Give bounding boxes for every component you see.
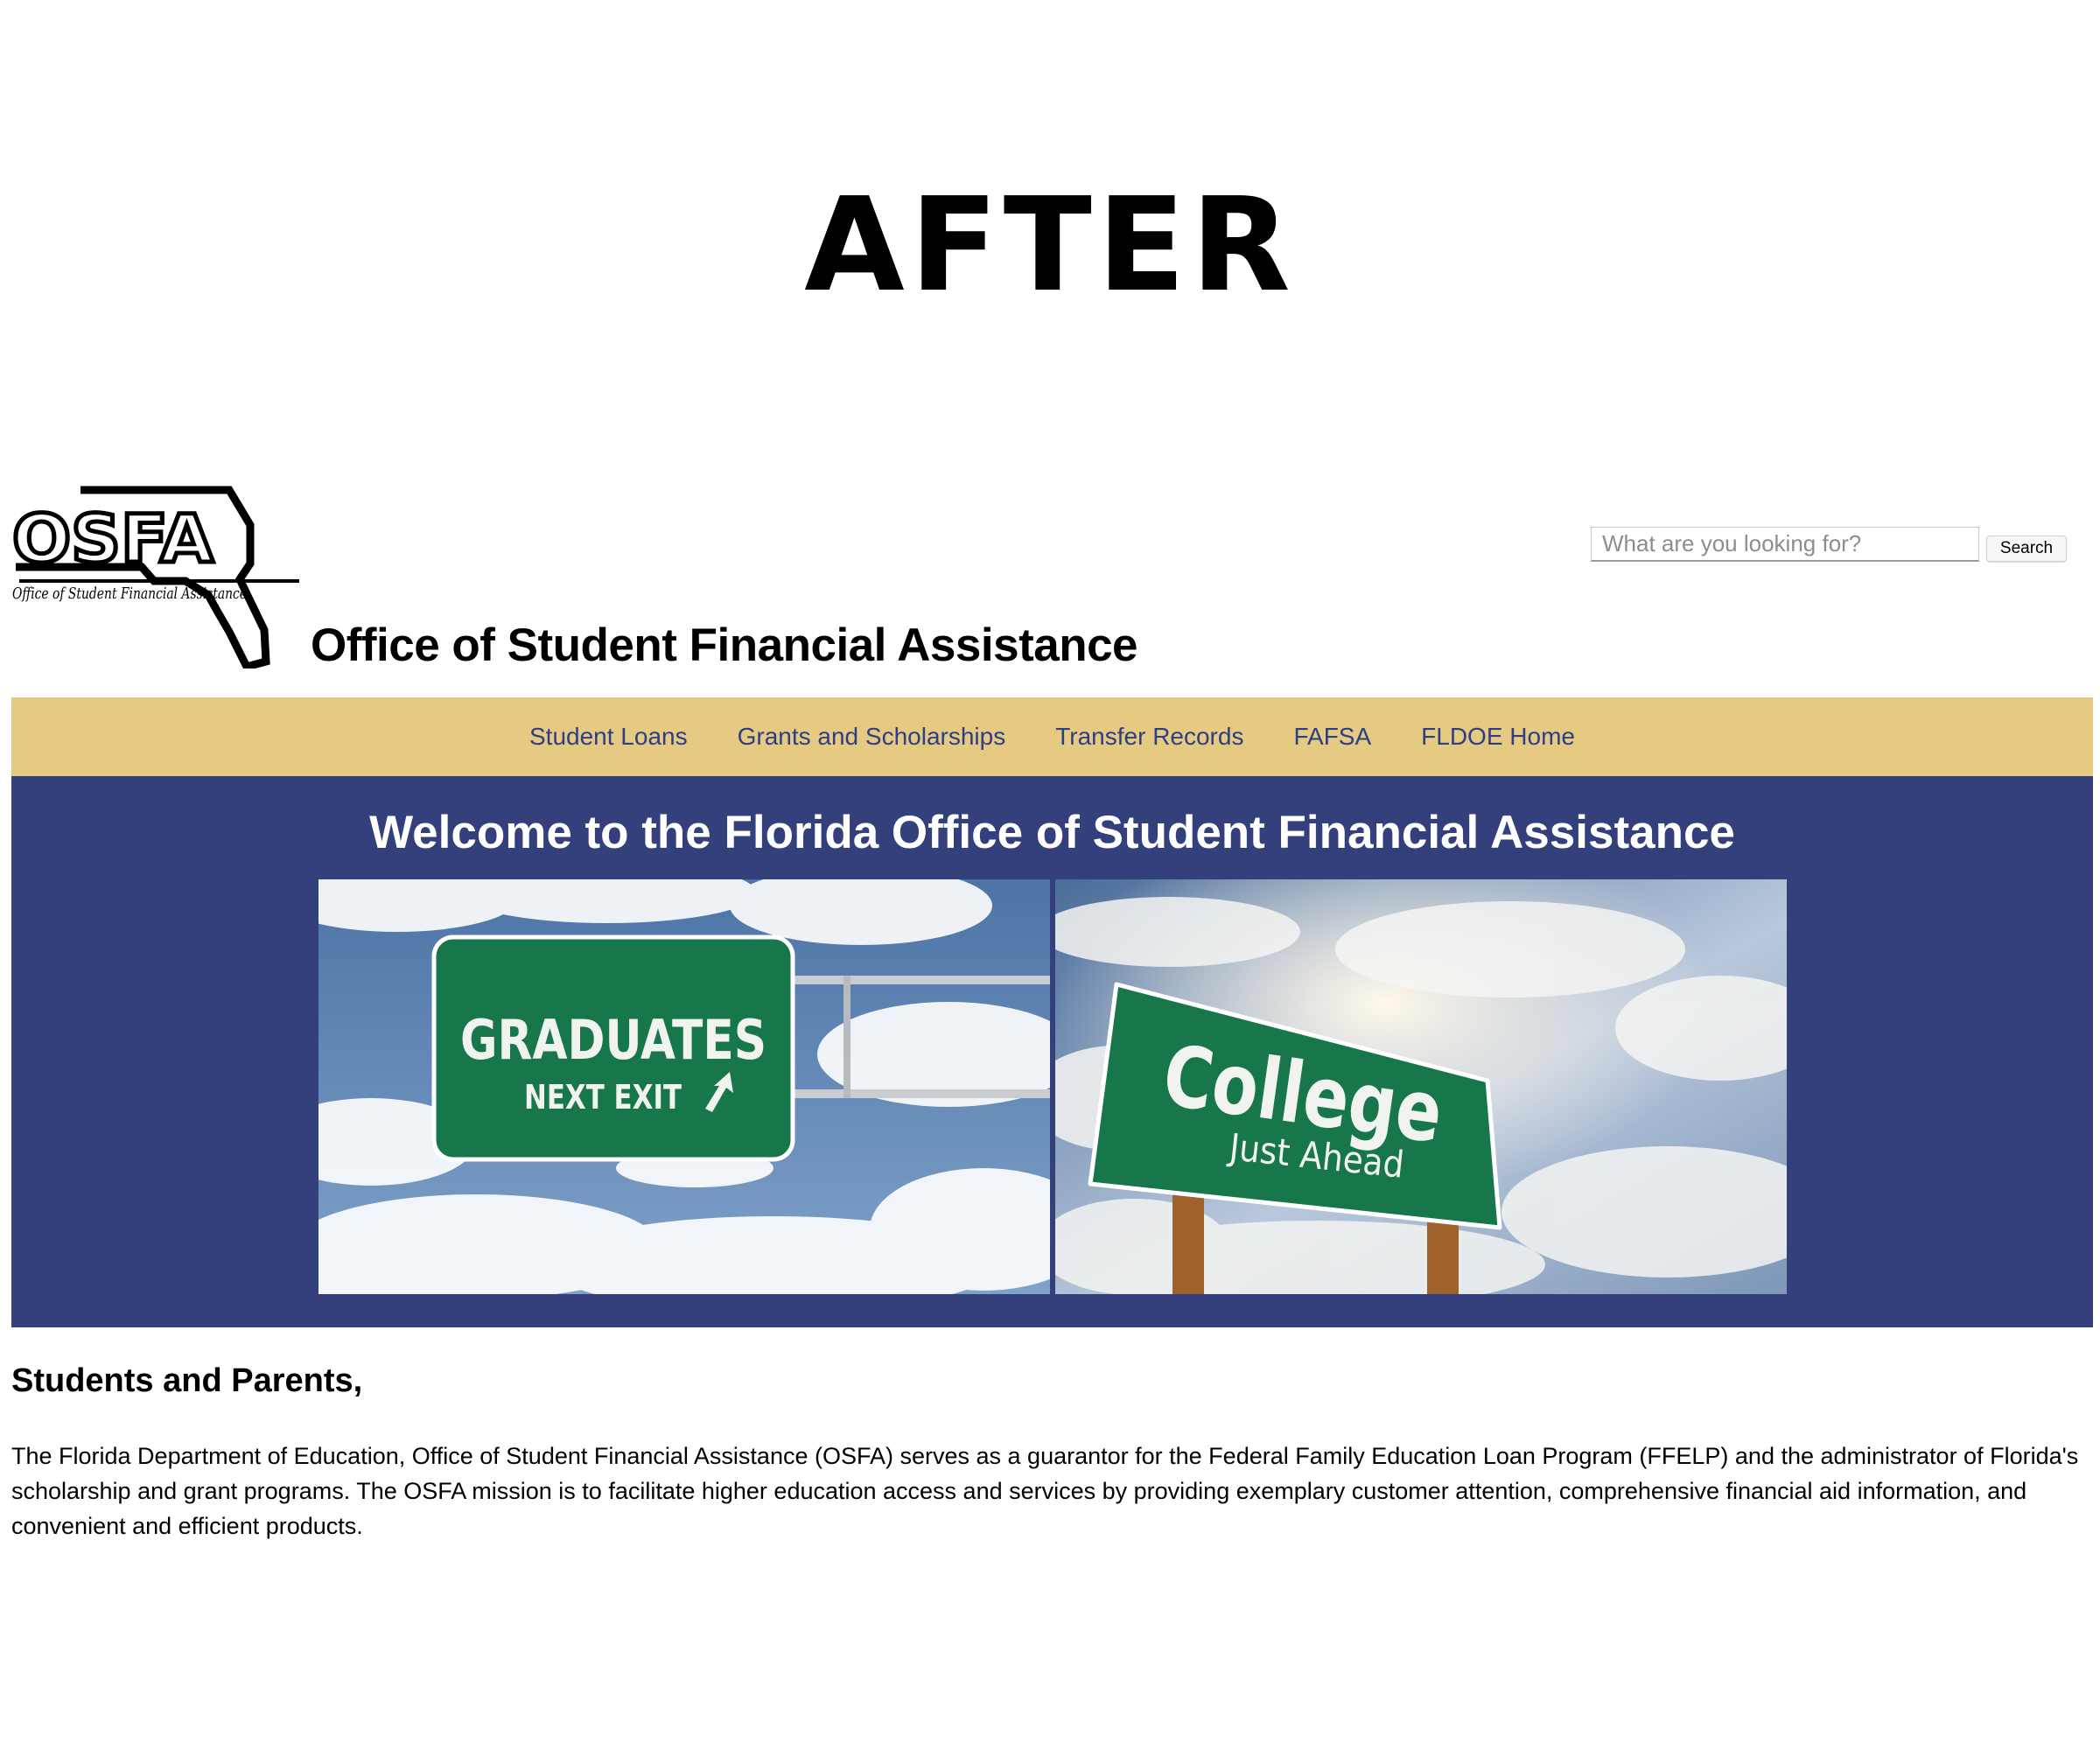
nav-student-loans[interactable]: Student Loans [529, 723, 688, 751]
osfa-logo[interactable]: OSFA Office of Student Financial Assista… [10, 483, 308, 668]
logo-text: OSFA [12, 500, 214, 578]
osfa-intro-paragraph: The Florida Department of Education, Off… [11, 1443, 2079, 1539]
logo-subtitle: Office of Student Financial Assistance [12, 584, 247, 603]
hero-banner: Welcome to the Florida Office of Student… [11, 776, 2093, 1327]
students-parents-heading: Students and Parents, [11, 1362, 363, 1399]
nav-transfer-records[interactable]: Transfer Records [1055, 723, 1243, 751]
graduates-sign-image: GRADUATES NEXT EXIT [318, 879, 1050, 1294]
main-nav: Student Loans Grants and Scholarships Tr… [11, 697, 2093, 776]
hero-heading: Welcome to the Florida Office of Student… [369, 807, 1735, 858]
search-input[interactable] [1591, 527, 1979, 562]
nav-grants-and-scholarships[interactable]: Grants and Scholarships [738, 723, 1006, 751]
nav-fafsa[interactable]: FAFSA [1293, 723, 1371, 751]
search-button[interactable]: Search [1986, 536, 2067, 562]
after-label: AFTER [804, 170, 1296, 320]
graduates-sign-line2: NEXT EXIT [524, 1078, 682, 1116]
nav-fldoe-home[interactable]: FLDOE Home [1421, 723, 1575, 751]
college-sign-image: College Just Ahead [1055, 879, 1787, 1294]
site-title: Office of Student Financial Assistance [311, 620, 1138, 671]
graduates-sign-line1: GRADUATES [460, 1008, 766, 1072]
